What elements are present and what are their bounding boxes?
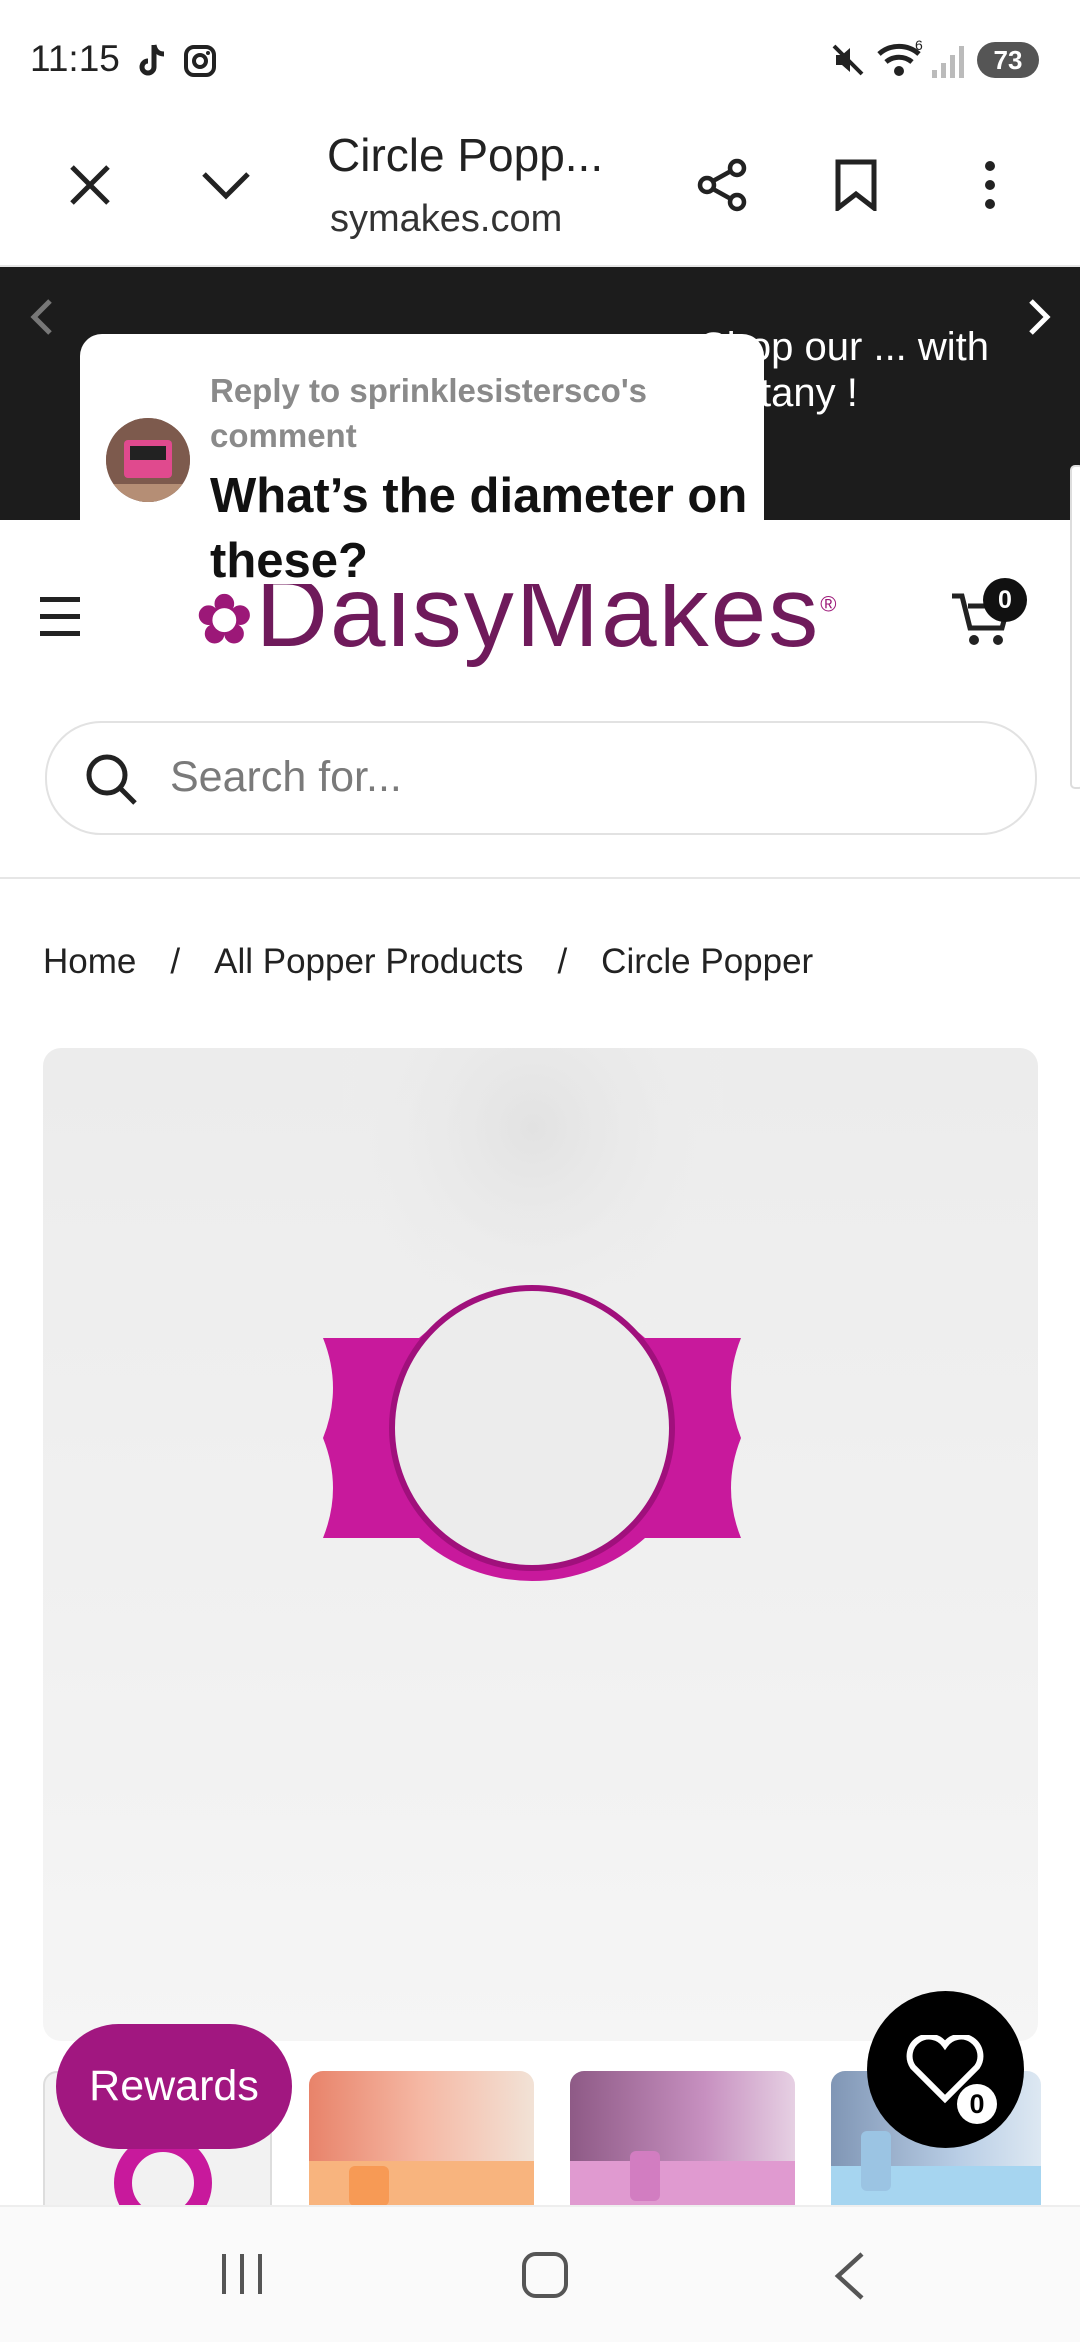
page-url[interactable]: symakes.com <box>330 198 562 241</box>
wishlist-count-badge: 0 <box>957 2084 997 2124</box>
hamburger-menu-icon <box>40 597 80 636</box>
wifi-icon: 6 <box>877 40 923 76</box>
home-icon <box>522 2252 568 2298</box>
wishlist-button[interactable]: 0 <box>867 1991 1024 2148</box>
reply-label: Reply to sprinklesistersco's comment <box>210 372 648 454</box>
more-vertical-icon <box>985 161 995 209</box>
system-nav-bar <box>0 2205 1080 2342</box>
commenter-avatar <box>106 418 190 502</box>
breadcrumb-current: Circle Popper <box>601 942 814 981</box>
battery-indicator: 73 <box>977 42 1039 78</box>
breadcrumb-separator: / <box>557 942 568 981</box>
minimize-button[interactable] <box>196 155 256 215</box>
announcement-prev-button[interactable] <box>26 297 56 342</box>
avatar-image <box>106 418 190 502</box>
home-button[interactable] <box>521 2251 569 2304</box>
mute-icon <box>832 44 864 76</box>
more-options-button[interactable] <box>960 155 1020 215</box>
bookmark-button[interactable] <box>826 155 886 215</box>
recent-apps-icon <box>222 2254 262 2294</box>
breadcrumb: Home / All Popper Products / Circle Popper <box>43 942 813 982</box>
comment-reply-popup: Reply to sprinklesistersco's comment Wha… <box>80 334 764 588</box>
comment-question: What’s the diameter on these? <box>210 469 748 588</box>
search-input[interactable]: Search for... <box>170 753 402 802</box>
close-tab-button[interactable] <box>60 155 120 215</box>
recent-apps-button[interactable] <box>220 2252 266 2301</box>
share-button[interactable] <box>692 155 752 215</box>
chevron-right-icon <box>1029 299 1051 335</box>
scrollbar[interactable] <box>1070 465 1080 789</box>
announcement-next-button[interactable] <box>1025 297 1055 342</box>
breadcrumb-category[interactable]: All Popper Products <box>214 942 523 981</box>
product-image[interactable] <box>43 1048 1038 2041</box>
close-icon <box>70 165 110 205</box>
header-divider <box>0 877 1080 879</box>
instagram-icon <box>184 45 216 77</box>
back-button[interactable] <box>832 2251 868 2306</box>
menu-button[interactable] <box>40 595 82 644</box>
circle-popper-image <box>323 1048 741 1581</box>
status-time: 11:15 <box>30 38 120 79</box>
rewards-button[interactable]: Rewards <box>56 2024 292 2149</box>
signal-label: 6 <box>915 40 923 53</box>
back-icon <box>834 2252 864 2300</box>
chevron-down-icon <box>202 172 250 200</box>
breadcrumb-separator: / <box>170 942 181 981</box>
cart-count-badge: 0 <box>983 578 1027 622</box>
bookmark-icon <box>835 159 877 211</box>
signal-icon <box>932 46 964 78</box>
search-bar[interactable]: Search for... <box>45 721 1037 835</box>
breadcrumb-home[interactable]: Home <box>43 942 136 981</box>
status-bar: 11:15 6 73 <box>0 0 1080 120</box>
page-title: Circle Popp... <box>327 129 604 181</box>
search-icon <box>86 754 137 805</box>
tiktok-icon <box>139 44 165 76</box>
share-icon <box>697 158 747 212</box>
chevron-left-icon <box>30 299 52 335</box>
